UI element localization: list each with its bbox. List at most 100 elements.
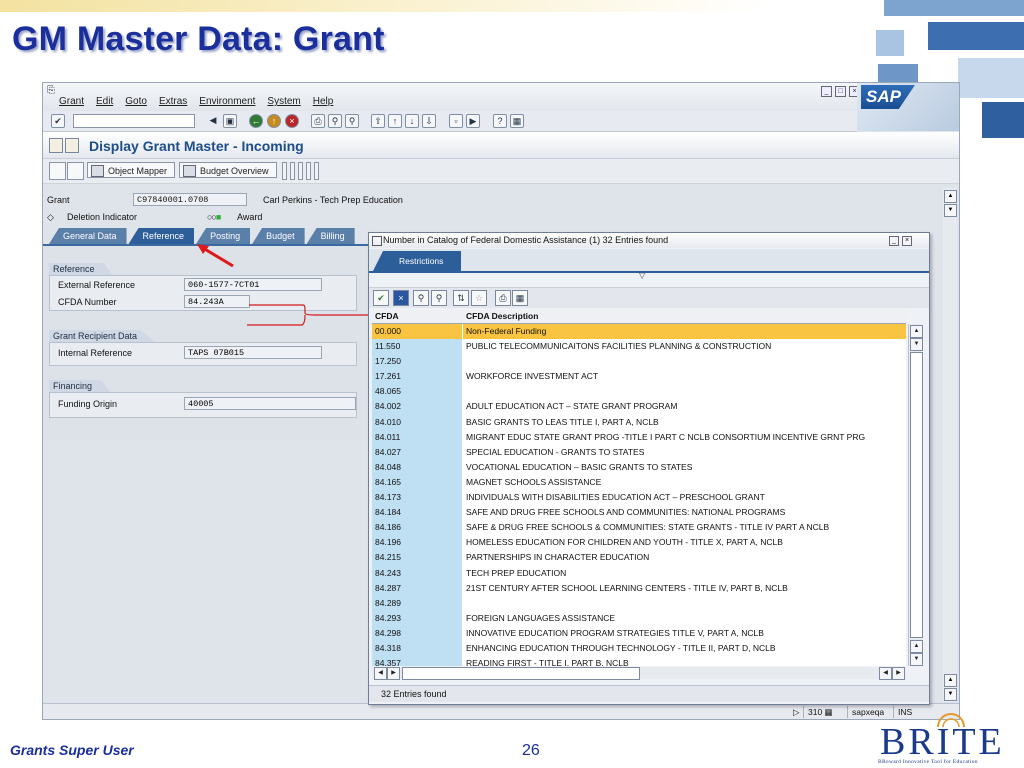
cfda-description-cell[interactable]: SPECIAL EDUCATION - GRANTS TO STATES	[463, 444, 906, 460]
cfda-description-cell[interactable]	[463, 354, 906, 370]
menu-extras[interactable]: Extras	[159, 96, 187, 107]
internal-reference-field[interactable]: TAPS 07B015	[184, 346, 322, 359]
cfda-description-cell[interactable]: PUBLIC TELECOMMUNICAITONS FACILITIES PLA…	[463, 339, 906, 355]
layout-menu-icon[interactable]: ▦	[510, 114, 524, 128]
exit-icon[interactable]: ↑	[267, 114, 281, 128]
print-icon[interactable]: ⎙	[311, 114, 325, 128]
table-row[interactable]: 48.065	[372, 384, 906, 400]
table-row[interactable]: 84.048 VOCATIONAL EDUCATION – BASIC GRANT…	[372, 459, 906, 475]
results-scroll-thumb[interactable]	[910, 352, 923, 638]
cfda-cell[interactable]: 84.184	[372, 505, 462, 521]
cfda-cell[interactable]: 17.261	[372, 369, 462, 385]
cfda-description-cell[interactable]: INNOVATIVE EDUCATION PROGRAM STRATEGIES …	[463, 625, 906, 641]
cfda-cell[interactable]: 84.293	[372, 610, 462, 626]
menu-environment[interactable]: Environment	[199, 96, 255, 107]
cfda-description-cell[interactable]: MIGRANT EDUC STATE GRANT PROG -TITLE I P…	[463, 429, 906, 445]
results-page-down-icon[interactable]: ▼	[910, 338, 923, 351]
table-row[interactable]: 84.186 SAFE & DRUG FREE SCHOOLS & COMMUNI…	[372, 520, 906, 536]
funding-origin-field[interactable]: 40005	[184, 397, 356, 410]
cfda-cell[interactable]: 17.250	[372, 354, 462, 370]
grant-field[interactable]: C97840001.0708	[133, 193, 247, 206]
cfda-description-cell[interactable]: TECH PREP EDUCATION	[463, 565, 906, 581]
tab-general-data[interactable]: General Data	[49, 228, 127, 244]
dialog-close-icon[interactable]: ×	[902, 236, 912, 246]
menu-edit[interactable]: Edit	[96, 96, 113, 107]
cfda-cell[interactable]: 84.165	[372, 474, 462, 491]
find-icon[interactable]: ⚲	[413, 290, 429, 306]
table-row[interactable]: 84.287 21ST CENTURY AFTER SCHOOL LEARNING…	[372, 580, 906, 596]
table-row[interactable]: 84.184 SAFE AND DRUG FREE SCHOOLS AND COM…	[372, 505, 906, 521]
sort-icon[interactable]: ⇅	[453, 290, 469, 306]
last-page-icon[interactable]: ⇩	[422, 114, 436, 128]
table-row[interactable]: 84.215 PARTNERSHIPS IN CHARACTER EDUCATIO…	[372, 550, 906, 566]
tab-budget[interactable]: Budget	[252, 228, 305, 244]
table-row[interactable]: 84.173 INDIVIDUALS WITH DISABILITIES EDUC…	[372, 490, 906, 506]
expand-restrictions-icon[interactable]: ▽	[639, 271, 645, 280]
cfda-description-cell[interactable]: ADULT EDUCATION ACT – STATE GRANT PROGRA…	[463, 399, 906, 415]
column-cfda[interactable]: CFDA	[372, 309, 462, 323]
cfda-description-cell[interactable]	[463, 384, 906, 400]
scroll-right-end-icon[interactable]: ▶	[892, 667, 905, 680]
first-page-icon[interactable]: ⇧	[371, 114, 385, 128]
cfda-cell[interactable]: 84.186	[372, 520, 462, 536]
scroll-up-icon[interactable]: ▲	[944, 190, 957, 203]
table-row[interactable]: 84.357 READING FIRST - TITLE I, PART B, N…	[372, 656, 906, 666]
print-list-icon[interactable]: ⎙	[495, 290, 511, 306]
results-scroll-down-icon[interactable]: ▼	[910, 653, 923, 666]
scroll-left-icon[interactable]: ◀	[374, 667, 387, 680]
cfda-cell[interactable]: 84.243	[372, 565, 462, 581]
cfda-cell[interactable]: 84.287	[372, 580, 462, 596]
cfda-description-cell[interactable]: VOCATIONAL EDUCATION – BASIC GRANTS TO S…	[463, 459, 906, 475]
table-row[interactable]: 84.243 TECH PREP EDUCATION	[372, 565, 906, 581]
other-grant-icon[interactable]	[67, 162, 84, 180]
column-cfda-description[interactable]: CFDA Description	[463, 309, 903, 323]
cfda-description-cell[interactable]: MAGNET SCHOOLS ASSISTANCE	[463, 474, 906, 491]
table-row[interactable]: 84.002 ADULT EDUCATION ACT – STATE GRANT …	[372, 399, 906, 415]
cfda-description-cell[interactable]: BASIC GRANTS TO LEAS TITLE I, PART A, NC…	[463, 414, 906, 430]
cfda-cell[interactable]: 84.318	[372, 640, 462, 657]
cfda-cell[interactable]: 11.550	[372, 339, 462, 355]
enter-icon[interactable]: ✔	[51, 114, 65, 128]
cfda-description-cell[interactable]: HOMELESS EDUCATION FOR CHILDREN AND YOUT…	[463, 535, 906, 551]
cfda-description-cell[interactable]: PARTNERSHIPS IN CHARACTER EDUCATION	[463, 550, 906, 566]
table-row[interactable]: 84.011 MIGRANT EDUC STATE GRANT PROG -TIT…	[372, 429, 906, 445]
cfda-cell[interactable]: 84.196	[372, 535, 462, 551]
minimize-icon[interactable]: _	[821, 86, 832, 97]
table-row[interactable]: 84.293 FOREIGN LANGUAGES ASSISTANCE	[372, 610, 906, 626]
cfda-description-cell[interactable]	[463, 595, 906, 611]
cfda-cell[interactable]: 84.173	[372, 490, 462, 506]
external-reference-field[interactable]: 060-1577-7CT01	[184, 278, 322, 291]
scroll-down-icon[interactable]: ▼	[944, 204, 957, 217]
results-horizontal-scrollbar[interactable]: ◀ ▶ ◀ ▶	[372, 667, 906, 680]
tab-restrictions[interactable]: Restrictions	[373, 251, 462, 271]
table-row[interactable]: 00.000 Non-Federal Funding	[372, 324, 906, 340]
menu-goto[interactable]: Goto	[125, 96, 147, 107]
scroll-up-bottom-icon[interactable]: ▲	[944, 674, 957, 687]
cfda-description-cell[interactable]: FOREIGN LANGUAGES ASSISTANCE	[463, 610, 906, 626]
display-change-icon[interactable]	[49, 162, 66, 180]
table-row[interactable]: 84.196 HOMELESS EDUCATION FOR CHILDREN AN…	[372, 535, 906, 551]
tab-reference[interactable]: Reference	[128, 228, 195, 244]
table-row[interactable]: 84.010 BASIC GRANTS TO LEAS TITLE I, PART…	[372, 414, 906, 430]
results-scroll-up-icon[interactable]: ▲	[910, 325, 923, 338]
scroll-down-bottom-icon[interactable]: ▼	[944, 688, 957, 701]
cfda-cell[interactable]: 84.010	[372, 414, 462, 430]
cfda-cell[interactable]: 84.048	[372, 459, 462, 475]
cfda-number-field[interactable]: 84.243A	[184, 295, 250, 308]
table-row[interactable]: 17.261 WORKFORCE INVESTMENT ACT	[372, 369, 906, 385]
find-next-icon[interactable]: ⚲	[431, 290, 447, 306]
find-next-icon[interactable]: ⚲	[345, 114, 359, 128]
scroll-right-icon[interactable]: ▶	[387, 667, 400, 680]
cfda-description-cell[interactable]: SAFE AND DRUG FREE SCHOOLS AND COMMUNITI…	[463, 505, 906, 521]
next-page-icon[interactable]: ↓	[405, 114, 419, 128]
cfda-description-cell[interactable]: INDIVIDUALS WITH DISABILITIES EDUCATION …	[463, 490, 906, 506]
menu-help[interactable]: Help	[313, 96, 334, 107]
table-row[interactable]: 84.298 INNOVATIVE EDUCATION PROGRAM STRAT…	[372, 625, 906, 641]
cfda-description-cell[interactable]: ENHANCING EDUCATION THROUGH TECHNOLOGY -…	[463, 640, 906, 657]
table-row[interactable]: 11.550 PUBLIC TELECOMMUNICAITONS FACILITI…	[372, 339, 906, 355]
cfda-description-cell[interactable]: READING FIRST - TITLE I, PART B, NCLB	[463, 656, 906, 666]
results-vertical-scrollbar[interactable]: ▲ ▼ ▲ ▼	[908, 324, 923, 666]
cancel-icon[interactable]: ×	[285, 114, 299, 128]
cfda-description-cell[interactable]: 21ST CENTURY AFTER SCHOOL LEARNING CENTE…	[463, 580, 906, 596]
cancel-dialog-icon[interactable]: ×	[393, 290, 409, 306]
